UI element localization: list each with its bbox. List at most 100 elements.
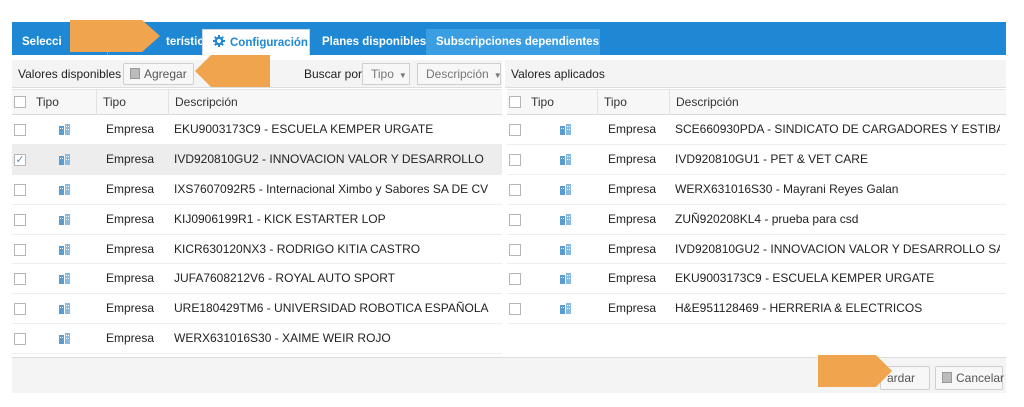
row-checkbox[interactable] xyxy=(509,243,521,256)
row-tipo: Empresa xyxy=(106,122,155,136)
select-all-checkbox[interactable] xyxy=(509,96,521,108)
building-icon xyxy=(59,273,70,285)
applied-values-grid: Tipo Tipo Descripción Empresa SCE660930PD… xyxy=(507,89,1006,325)
row-checkbox[interactable] xyxy=(509,303,521,316)
row-descripcion: EKU9003173C9 - ESCUELA KEMPER URGATE xyxy=(675,271,935,286)
table-row[interactable]: Empresa IVD920810GU2 - INNOVACION VALOR Y… xyxy=(507,235,1006,265)
row-tipo: Empresa xyxy=(608,301,657,316)
row-descripcion: IVD920810GU2 - INNOVACION VALOR Y DESARR… xyxy=(174,151,484,166)
row-tipo: Empresa xyxy=(106,151,155,166)
building-icon xyxy=(59,333,70,345)
table-row[interactable]: Empresa EKU9003173C9 - ESCUELA KEMPER URG… xyxy=(507,264,1006,295)
grid-header: Tipo Tipo Descripción xyxy=(12,89,502,115)
row-tipo: Empresa xyxy=(608,181,657,196)
building-icon xyxy=(59,153,70,165)
table-row[interactable]: Empresa EKU9003173C9 - ESCUELA KEMPER URG… xyxy=(12,115,502,145)
row-descripcion: KIJ0906199R1 - KICK ESTARTER LOP xyxy=(174,211,386,226)
table-row[interactable]: Empresa SCE660930PDA - SINDICATO DE CARGA… xyxy=(507,115,1006,145)
tab-configuracion-label: Configuración xyxy=(230,37,308,49)
building-icon xyxy=(59,124,70,135)
chevron-down-icon: ▼ xyxy=(493,71,502,80)
row-descripcion: JUFA7608212V6 - ROYAL AUTO SPORT xyxy=(174,271,395,286)
row-descripcion: WERX631016S30 - Mayrani Reyes Galan xyxy=(675,181,899,196)
cancel-button-label: Cancelar xyxy=(956,371,1005,385)
search-value-text: Descripción xyxy=(426,67,489,81)
row-tipo: Empresa xyxy=(106,331,155,346)
select-all-checkbox[interactable] xyxy=(14,96,26,108)
row-checkbox[interactable] xyxy=(509,273,521,286)
search-field-value: Tipo xyxy=(371,67,394,81)
row-descripcion: URE180429TM6 - UNIVERSIDAD ROBOTICA ESPA… xyxy=(174,301,489,316)
table-row[interactable]: Empresa URE180429TM6 - UNIVERSIDAD ROBOTI… xyxy=(12,294,502,325)
grid-header: Tipo Tipo Descripción xyxy=(507,89,1006,115)
row-checkbox[interactable] xyxy=(14,273,26,286)
add-button-label: Agregar xyxy=(144,67,187,81)
row-tipo: Empresa xyxy=(106,211,155,226)
row-checkbox[interactable] xyxy=(14,183,26,196)
row-descripcion: IVD920810GU1 - PET & VET CARE xyxy=(675,151,868,166)
applied-values-title: Valores aplicados xyxy=(511,67,605,81)
building-icon xyxy=(59,213,70,225)
highlight-overlay-bottom xyxy=(818,355,892,387)
table-row[interactable]: Empresa WERX631016S30 - Mayrani Reyes Gal… xyxy=(507,175,1006,205)
row-checkbox[interactable] xyxy=(509,213,521,226)
available-values-grid: Tipo Tipo Descripción Empresa EKU9003173C… xyxy=(12,89,502,355)
available-values-title: Valores disponibles xyxy=(18,67,122,81)
tab-planes-disponibles[interactable]: Planes disponibles xyxy=(312,29,426,55)
table-row[interactable]: Empresa WERX631016S30 - XAIME WEIR ROJO xyxy=(12,324,502,355)
row-descripcion: ZUÑ920208KL4 - prueba para csd xyxy=(675,211,859,226)
row-checkbox[interactable] xyxy=(509,183,521,196)
building-icon xyxy=(59,183,70,195)
row-checkbox[interactable] xyxy=(509,124,521,136)
column-header-tipo[interactable]: Tipo xyxy=(597,90,667,115)
row-tipo: Empresa xyxy=(106,241,155,256)
row-tipo: Empresa xyxy=(608,241,657,256)
column-header-descripcion[interactable]: Descripción xyxy=(669,90,1006,115)
column-header-descripcion[interactable]: Descripción xyxy=(168,90,502,115)
row-tipo: Empresa xyxy=(106,301,155,316)
row-descripcion: KICR630120NX3 - RODRIGO KITIA CASTRO xyxy=(174,241,421,256)
highlight-overlay-top xyxy=(70,20,160,52)
table-row[interactable]: Empresa ZUÑ920208KL4 - prueba para csd xyxy=(507,205,1006,235)
row-descripcion: EKU9003173C9 - ESCUELA KEMPER URGATE xyxy=(174,122,434,136)
highlight-overlay-mid xyxy=(195,55,270,87)
table-row[interactable]: Empresa JUFA7608212V6 - ROYAL AUTO SPORT xyxy=(12,264,502,295)
tab-bar: Selecci terísticas Configuración Planes … xyxy=(12,22,1006,55)
row-checkbox[interactable]: ✓ xyxy=(14,153,26,166)
applied-values-rows: Empresa SCE660930PDA - SINDICATO DE CARGA… xyxy=(507,115,1006,325)
table-row[interactable]: Empresa IVD920810GU1 - PET & VET CARE xyxy=(507,145,1006,175)
row-descripcion: SCE660930PDA - SINDICATO DE CARGADORES Y… xyxy=(675,122,1000,136)
table-row[interactable]: ✓ Empresa IVD920810GU2 - INNOVACION VALOR … xyxy=(12,144,502,175)
row-checkbox[interactable] xyxy=(14,303,26,316)
gear-icon xyxy=(213,35,225,47)
building-icon xyxy=(560,243,571,255)
cancel-button[interactable]: Cancelar xyxy=(935,366,1005,390)
search-by-label: Buscar por: xyxy=(304,67,366,81)
tab-configuracion[interactable]: Configuración xyxy=(202,29,310,55)
tab-subscripciones-dependientes[interactable]: Subscripciones dependientes xyxy=(426,29,600,55)
search-value-select[interactable]: Descripción ▼ xyxy=(417,63,502,85)
row-checkbox[interactable] xyxy=(14,213,26,226)
column-header-tipo-icon[interactable]: Tipo xyxy=(30,90,96,115)
table-row[interactable]: Empresa IXS7607092R5 - Internacional Ximb… xyxy=(12,175,502,205)
column-header-tipo-icon[interactable]: Tipo xyxy=(525,90,591,115)
available-values-rows: Empresa EKU9003173C9 - ESCUELA KEMPER URG… xyxy=(12,115,502,355)
column-header-tipo[interactable]: Tipo xyxy=(96,90,166,115)
search-field-select[interactable]: Tipo ▼ xyxy=(362,63,410,85)
row-checkbox[interactable] xyxy=(14,333,26,346)
building-icon xyxy=(560,273,571,285)
building-icon xyxy=(59,243,70,255)
row-tipo: Empresa xyxy=(106,271,155,286)
row-tipo: Empresa xyxy=(608,271,657,286)
building-icon xyxy=(560,153,571,165)
row-checkbox[interactable] xyxy=(14,124,26,136)
add-button[interactable]: Agregar xyxy=(123,63,194,85)
row-checkbox[interactable] xyxy=(509,153,521,166)
row-tipo: Empresa xyxy=(106,181,155,196)
building-icon xyxy=(560,183,571,195)
table-row[interactable]: Empresa H&E951128469 - HERRERIA & ELECTRI… xyxy=(507,294,1006,325)
row-descripcion: H&E951128469 - HERRERIA & ELECTRICOS xyxy=(675,301,923,316)
row-checkbox[interactable] xyxy=(14,243,26,256)
table-row[interactable]: Empresa KIJ0906199R1 - KICK ESTARTER LOP xyxy=(12,205,502,235)
table-row[interactable]: Empresa KICR630120NX3 - RODRIGO KITIA CAS… xyxy=(12,235,502,265)
